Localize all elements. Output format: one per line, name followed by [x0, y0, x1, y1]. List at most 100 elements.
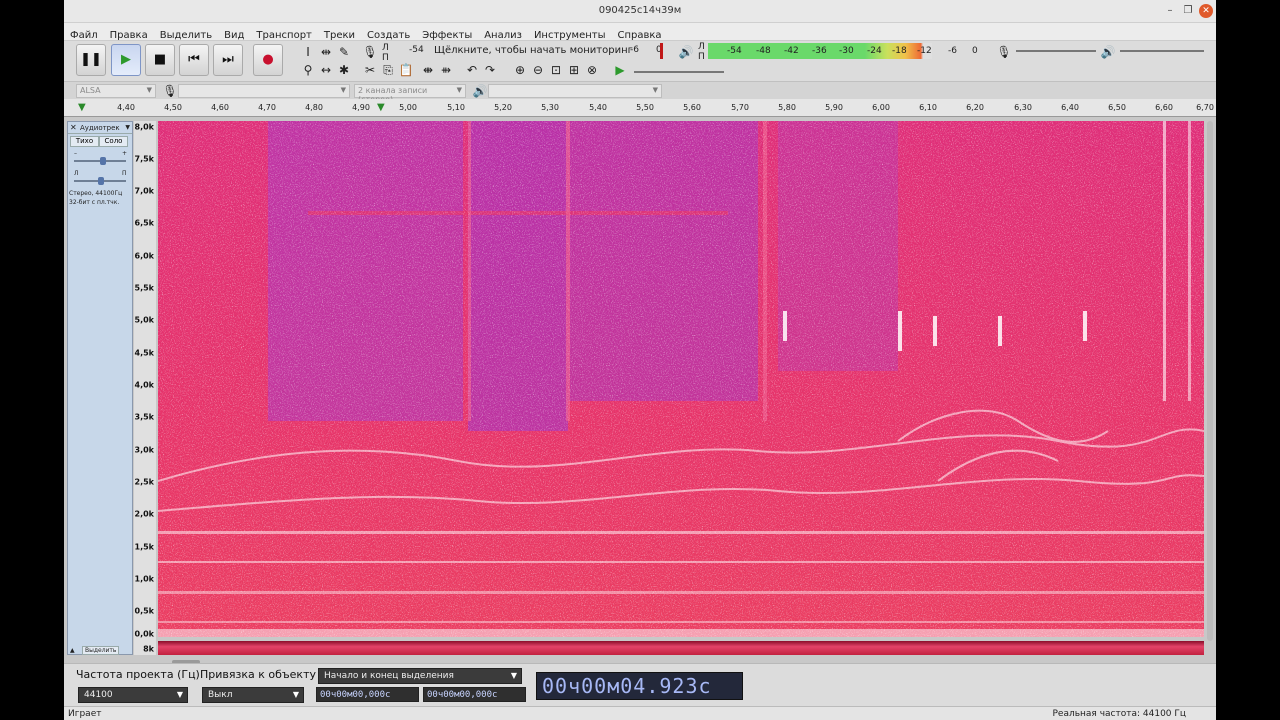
gain-slider[interactable] [74, 157, 126, 165]
collapse-track-icon[interactable]: ▲ [70, 647, 75, 654]
menu-select[interactable]: Выделить [154, 27, 218, 41]
status-bar: Играет Реальная частота: 44100 Гц [64, 706, 1216, 720]
trim-icon[interactable]: ⇼ [420, 62, 436, 78]
pan-slider-knob[interactable] [98, 177, 104, 185]
select-track-button[interactable]: Выделить [82, 646, 120, 655]
multi-tool-icon[interactable]: ✱ [336, 62, 352, 78]
gain-slider-knob[interactable] [100, 157, 106, 165]
envelope-tool-icon[interactable]: ⇹ [318, 44, 334, 60]
scale-label: 0,5k [134, 606, 155, 616]
track-info-bits: 32-бит с пл.тчк. [69, 199, 120, 206]
project-rate-combo[interactable]: 44100 ▼ [78, 687, 188, 703]
audio-position-time[interactable]: 00ч00м04.923с [536, 672, 743, 700]
mute-button[interactable]: Тихо [70, 136, 99, 147]
play-meter-scale-1: -48 [756, 46, 771, 56]
spectrogram[interactable] [158, 121, 1204, 637]
pan-l-label: Л [74, 170, 79, 177]
play-speed-slider[interactable] [634, 71, 724, 73]
redo-icon[interactable]: ↷ [482, 62, 498, 78]
project-rate-label: Частота проекта (Гц) [76, 668, 200, 681]
solo-button[interactable]: Соло [99, 136, 128, 147]
record-meter-low: -54 [409, 45, 424, 55]
play-volume-slider[interactable] [1120, 50, 1204, 52]
ruler-tick: 5,80 [778, 103, 796, 112]
output-device-combo[interactable]: ▼ [488, 84, 662, 98]
zoom-toggle-icon[interactable]: ⊗ [584, 62, 600, 78]
timeshift-tool-icon[interactable]: ↔ [318, 62, 334, 78]
menu-transport[interactable]: Транспорт [250, 27, 317, 41]
ruler-tick: 5,50 [636, 103, 654, 112]
mute-solo-group: Тихо Соло [70, 136, 130, 147]
track-header[interactable]: ✕ Аудиотрек ▼ [68, 122, 132, 134]
play-region-marker-icon[interactable]: ▼ [377, 102, 385, 113]
menu-help[interactable]: Справка [612, 27, 668, 41]
ruler-tick: 5,00 [399, 103, 417, 112]
record-volume-icon: 🎙 [996, 45, 1012, 59]
track-menu-chevron-icon[interactable]: ▼ [125, 124, 130, 131]
track-name[interactable]: Аудиотрек [80, 124, 120, 132]
menu-file[interactable]: Файл [64, 27, 104, 41]
pause-button[interactable]: ❚❚ [76, 44, 106, 76]
cut-icon[interactable]: ✂ [362, 62, 378, 78]
close-icon[interactable]: ✕ [1199, 4, 1213, 18]
fit-selection-icon[interactable]: ⊡ [548, 62, 564, 78]
ruler-tick: 6,00 [872, 103, 890, 112]
menu-effects[interactable]: Эффекты [416, 27, 478, 41]
window-title: 090425с14ч39м [598, 5, 682, 16]
chevron-down-icon: ▼ [510, 671, 517, 680]
fit-project-icon[interactable]: ⊞ [566, 62, 582, 78]
selection-tool-icon[interactable]: I [300, 44, 316, 60]
menu-tools[interactable]: Инструменты [528, 27, 612, 41]
play-region-start-icon[interactable]: ▼ [78, 102, 86, 113]
record-meter-monitor-text[interactable]: Щёлкните, чтобы начать мониторинг [434, 45, 633, 56]
spectrogram-second-channel[interactable] [158, 641, 1204, 655]
zoom-tool-icon[interactable]: ⚲ [300, 62, 316, 78]
skip-start-button[interactable]: ⏮ [179, 44, 209, 76]
track-control-panel[interactable]: ✕ Аудиотрек ▼ Тихо Соло – + Л П Стерео, 4… [67, 121, 133, 655]
silence-icon[interactable]: ⇻ [438, 62, 454, 78]
vertical-scrollbar[interactable] [1207, 121, 1213, 641]
actual-rate-text: Реальная частота: 44100 Гц [1052, 709, 1187, 719]
maximize-icon[interactable]: ❐ [1181, 4, 1195, 18]
copy-icon[interactable]: ⎘ [380, 62, 396, 78]
play-meter-scale-3: -36 [812, 46, 827, 56]
selection-end-time[interactable]: 00ч00м00,000с [423, 687, 526, 702]
close-track-icon[interactable]: ✕ [70, 123, 77, 132]
menu-edit[interactable]: Правка [104, 27, 154, 41]
ruler-tick: 6,20 [966, 103, 984, 112]
scale-label: 5,5k [134, 283, 155, 293]
draw-tool-icon[interactable]: ✎ [336, 44, 352, 60]
track-info-format: Стерео, 44100Гц [69, 190, 123, 197]
play-at-speed-icon[interactable]: ▶ [612, 62, 628, 78]
menu-generate[interactable]: Создать [361, 27, 416, 41]
zoom-in-icon[interactable]: ⊕ [512, 62, 528, 78]
channels-combo[interactable]: 2 канала записи (стерео)▼ [354, 84, 466, 104]
selection-mode-combo[interactable]: Начало и конец выделения ▼ [318, 668, 522, 684]
pan-slider[interactable] [74, 177, 126, 185]
play-button[interactable]: ▶ [111, 44, 141, 76]
zoom-out-icon[interactable]: ⊖ [530, 62, 546, 78]
input-device-combo[interactable]: ▼ [178, 84, 350, 98]
timeline-ruler[interactable]: ▼ ▼ 4,40 4,50 4,60 4,70 4,80 4,90 5,00 5… [64, 99, 1216, 117]
stop-button[interactable]: ■ [145, 44, 175, 76]
menu-analyze[interactable]: Анализ [478, 27, 528, 41]
selection-start-time[interactable]: 00ч00м00,000с [316, 687, 419, 702]
record-volume-slider[interactable] [1016, 50, 1096, 52]
scale-label-bottom: 8k [143, 644, 154, 654]
speaker-icon: 🔊 [472, 84, 488, 98]
scale-label: 2,5k [134, 477, 155, 487]
minimize-icon[interactable]: – [1163, 4, 1177, 18]
chevron-down-icon: ▼ [176, 690, 183, 699]
skip-end-button[interactable]: ⏭ [213, 44, 243, 76]
host-combo[interactable]: ALSA ▼ [76, 84, 156, 98]
play-meter-scale-7: -12 [917, 46, 932, 56]
snap-combo[interactable]: Выкл ▼ [202, 687, 304, 703]
paste-icon[interactable]: 📋 [398, 62, 414, 78]
scale-label: 1,0k [134, 574, 155, 584]
undo-icon[interactable]: ↶ [464, 62, 480, 78]
frequency-scale[interactable]: 8,0k 7,5k 7,0k 6,5k 6,0k 5,5k 5,0k 4,5k … [134, 121, 156, 655]
record-button[interactable]: ● [253, 44, 283, 76]
play-meter-scale-9: 0 [972, 46, 978, 56]
menu-view[interactable]: Вид [218, 27, 250, 41]
menu-tracks[interactable]: Треки [318, 27, 361, 41]
